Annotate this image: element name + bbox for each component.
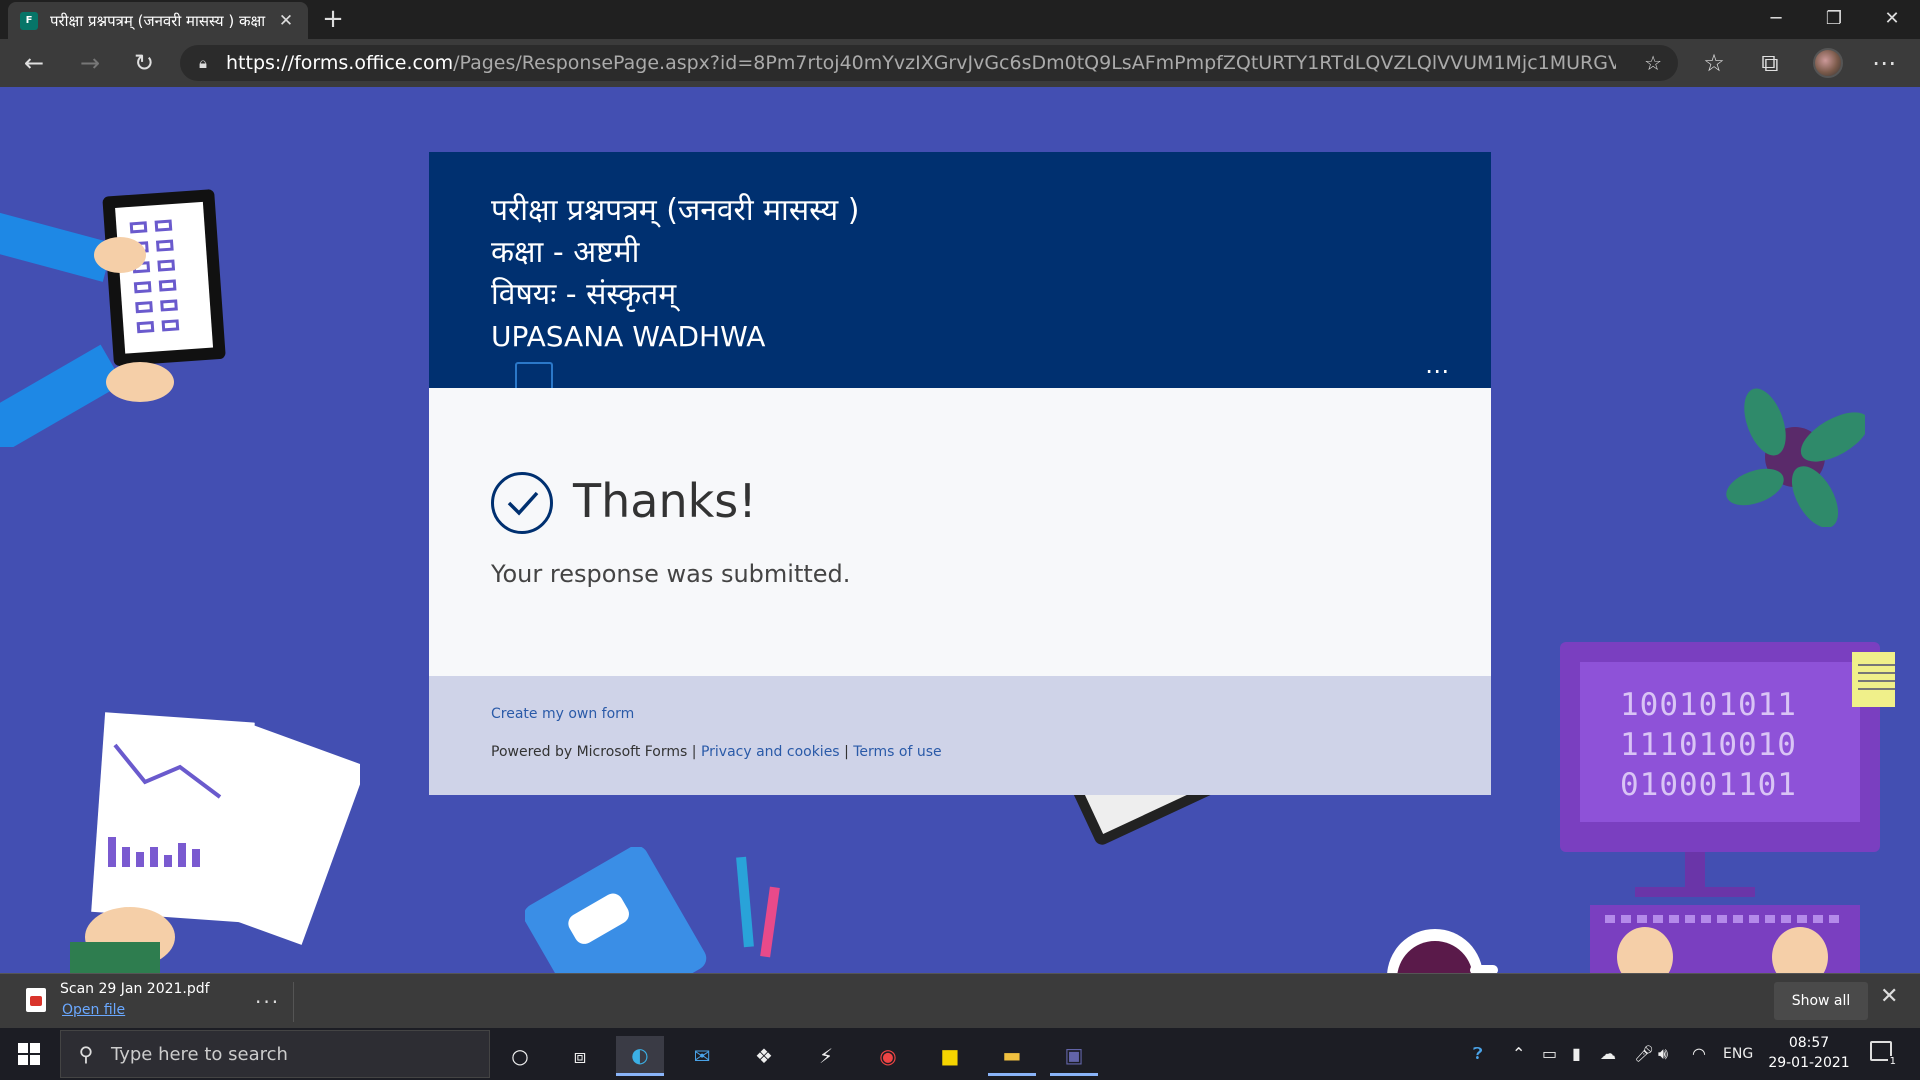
close-download-bar-icon[interactable]: ✕ [1880, 984, 1898, 1009]
binary-line: 100101011 [1620, 687, 1797, 723]
more-options-icon[interactable]: ⋯ [1425, 357, 1451, 385]
url-text: https://forms.office.com/Pages/ResponseP… [226, 52, 1616, 74]
minimize-button[interactable]: ─ [1748, 0, 1804, 39]
url-host: https://forms.office.com [226, 52, 454, 74]
clock-date: 29-01-2021 [1768, 1055, 1850, 1071]
settings-more-icon[interactable]: ⋯ [1866, 46, 1902, 80]
window-close-button[interactable]: ✕ [1864, 0, 1920, 39]
cortana-icon[interactable]: ○ [496, 1036, 544, 1076]
form-title-line: विषयः - संस्कृतम् [491, 277, 677, 312]
help-icon[interactable]: ❓︎ [1473, 1036, 1483, 1072]
profile-avatar[interactable] [1813, 48, 1843, 78]
browser-tab[interactable]: F परीक्षा प्रश्नपत्रम् (जनवरी मासस्य ) क… [8, 2, 308, 39]
taskbar-search-box[interactable]: ⚲ Type here to search [60, 1030, 490, 1078]
flower-illustration [1726, 388, 1865, 527]
privacy-link[interactable]: Privacy and cookies [701, 744, 840, 760]
dropbox-icon[interactable]: ❖ [740, 1036, 788, 1076]
documents-illustration [70, 712, 360, 973]
create-form-link[interactable]: Create my own form [491, 706, 634, 722]
search-placeholder: Type here to search [111, 1043, 288, 1065]
app-icon[interactable]: ⚡︎ [802, 1036, 850, 1076]
battery-icon[interactable]: ▮ [1572, 1036, 1581, 1072]
url-path: /Pages/ResponsePage.aspx?id=8Pm7rtoj40mY… [453, 52, 1616, 74]
form-card: परीक्षा प्रश्नपत्रम् (जनवरी मासस्य ) कक्… [429, 152, 1491, 795]
new-tab-button[interactable]: + [318, 4, 348, 34]
form-title-line: UPASANA WADHWA [491, 320, 766, 353]
forms-favicon-icon: F [20, 11, 38, 30]
sticky-notes-icon[interactable]: ■ [926, 1036, 974, 1076]
favorites-icon[interactable]: ☆ [1696, 46, 1732, 80]
open-file-link[interactable]: Open file [62, 1002, 125, 1018]
thanks-heading: Thanks! [573, 474, 757, 528]
onedrive-icon[interactable]: ☁ [1600, 1036, 1616, 1072]
clock[interactable]: 08:57 29-01-2021 [1764, 1033, 1854, 1073]
form-body: Thanks! Your response was submitted. [429, 388, 1491, 676]
checkmark-icon [491, 472, 553, 534]
restore-button[interactable]: ❐ [1806, 0, 1862, 39]
coffee-cup-illustration [1387, 929, 1498, 973]
wifi-icon[interactable]: ◠ [1692, 1036, 1706, 1072]
page-background: 100101011 111010010 010001101 परीक्षा प्… [0, 87, 1920, 973]
notebook-illustration [525, 847, 780, 973]
submitted-message: Your response was submitted. [491, 560, 851, 588]
meet-now-icon[interactable]: ▭ [1542, 1036, 1557, 1072]
notification-count: 1 [1887, 1056, 1898, 1067]
powered-by-text: Powered by Microsoft Forms | [491, 744, 697, 760]
binary-line: 111010010 [1620, 727, 1797, 763]
pdf-file-icon [26, 988, 46, 1012]
browser-tab-strip: F परीक्षा प्रश्नपत्रम् (जनवरी मासस्य ) क… [0, 0, 1920, 39]
forward-icon[interactable]: → [72, 46, 108, 80]
tablet-hands-illustration [0, 189, 226, 447]
download-bar: Scan 29 Jan 2021.pdf Open file ... Show … [0, 973, 1920, 1028]
download-more-button[interactable]: ... [255, 984, 280, 1008]
collections-icon[interactable]: ⧉ [1752, 46, 1788, 80]
refresh-icon[interactable]: ↻ [126, 46, 162, 80]
screen: F परीक्षा प्रश्नपत्रम् (जनवरी मासस्य ) क… [0, 0, 1920, 1080]
binary-line: 010001101 [1620, 767, 1797, 803]
clock-time: 08:57 [1788, 1035, 1830, 1051]
teams-icon[interactable]: ▣ [1050, 1036, 1098, 1076]
language-indicator[interactable]: ENG [1723, 1036, 1753, 1072]
binary-code-text: 100101011 111010010 010001101 [1620, 685, 1800, 805]
show-hidden-icons-icon[interactable]: ⌃ [1512, 1036, 1525, 1072]
form-title-line: परीक्षा प्रश्नपत्रम् (जनवरी मासस्य ) [491, 193, 860, 228]
form-footer: Create my own form Powered by Microsoft … [429, 676, 1491, 795]
terms-link[interactable]: Terms of use [853, 744, 941, 760]
chrome-icon[interactable]: ◉ [864, 1036, 912, 1076]
browser-toolbar: ← → ↻ 🔒︎ https://forms.office.com/Pages/… [0, 39, 1920, 87]
tab-title: परीक्षा प्रश्नपत्रम् (जनवरी मासस्य ) कक्… [50, 11, 266, 30]
add-favorite-icon[interactable]: ☆ [1644, 51, 1662, 75]
windows-start-icon[interactable] [18, 1043, 40, 1065]
edge-browser-icon[interactable]: ◐ [616, 1036, 664, 1076]
lock-icon: 🔒︎ [199, 54, 207, 72]
address-bar[interactable]: 🔒︎ https://forms.office.com/Pages/Respon… [180, 45, 1678, 81]
form-header: परीक्षा प्रश्नपत्रम् (जनवरी मासस्य ) कक्… [429, 152, 1491, 388]
form-logo-icon [515, 362, 553, 388]
back-icon[interactable]: ← [16, 46, 52, 80]
separator: | [844, 744, 849, 760]
powered-by-line: Powered by Microsoft Forms | Privacy and… [491, 744, 942, 760]
file-explorer-icon[interactable]: ▬ [988, 1036, 1036, 1076]
windows-taskbar: ⚲ Type here to search ○ ⧈ ◐ ✉ ❖ ⚡︎ ◉ ■ ▬… [0, 1028, 1920, 1080]
show-all-button[interactable]: Show all [1774, 982, 1868, 1020]
task-view-icon[interactable]: ⧈ [556, 1036, 604, 1076]
microphone-icon[interactable]: 🎤︎ [1634, 1036, 1654, 1072]
volume-icon[interactable]: 🔊︎ [1658, 1036, 1668, 1072]
mail-icon[interactable]: ✉ [678, 1036, 726, 1076]
download-file-name[interactable]: Scan 29 Jan 2021.pdf [60, 981, 210, 997]
form-title-line: कक्षा - अष्टमी [491, 235, 640, 270]
tab-close-icon[interactable]: ✕ [276, 11, 296, 31]
notification-center-icon[interactable]: 1 [1870, 1041, 1898, 1067]
search-icon: ⚲ [78, 1042, 94, 1066]
divider [293, 982, 294, 1022]
